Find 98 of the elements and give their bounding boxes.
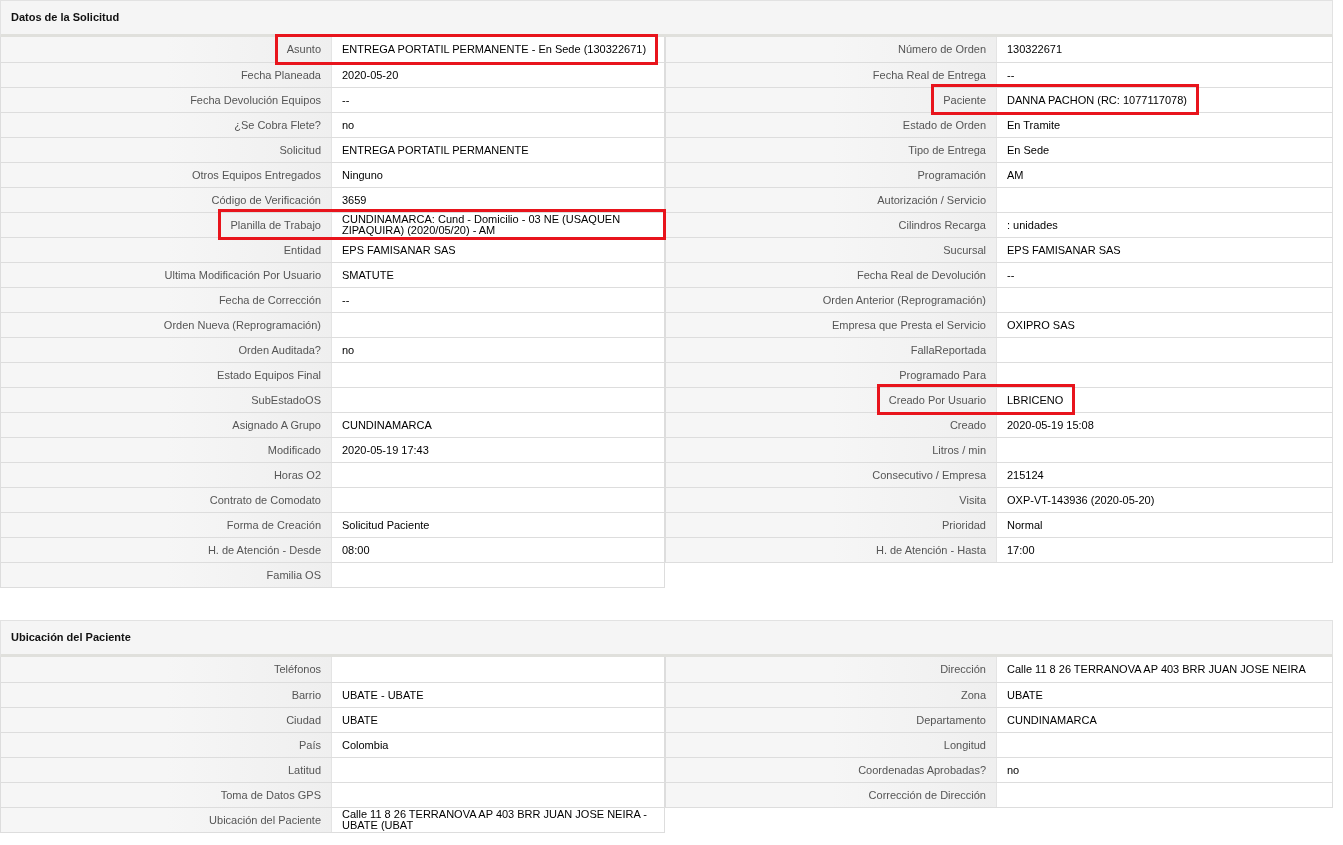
field-label: Forma de Creación [226, 517, 321, 533]
field-value: 17:00 [1007, 544, 1035, 556]
field-label: Prioridad [941, 517, 986, 533]
field-value: Calle 11 8 26 TERRANOVA AP 403 BRR JUAN JOSE NEIRA - UBATE (UBAT [342, 809, 648, 831]
field-label: Barrio [291, 687, 321, 703]
field-label: Fecha Planeada [240, 67, 321, 83]
field-label: Empresa que Presta el Servicio [831, 317, 986, 333]
field-label: SubEstadoOS [251, 392, 321, 408]
field-label: Código de Verificación [211, 192, 321, 208]
field-label: Programado Para [899, 367, 986, 383]
field-label: Visita [959, 492, 986, 508]
field-label: Latitud [287, 762, 321, 778]
section-title: Datos de la Solicitud [11, 10, 120, 26]
field-value: OXP-VT-143936 (2020-05-20) [1007, 494, 1155, 506]
field-label: Fecha Devolución Equipos [190, 92, 321, 108]
field-label: Litros / min [932, 442, 986, 458]
field-value: UBATE - UBATE [342, 689, 424, 701]
field-value: UBATE [342, 714, 378, 726]
field-value: Solicitud Paciente [342, 519, 430, 531]
field-label: H. de Atención - Hasta [875, 542, 986, 558]
field-value: : unidades [1007, 219, 1058, 231]
field-label: ¿Se Cobra Flete? [234, 117, 321, 133]
field-value: 08:00 [342, 544, 370, 556]
field-value: -- [1007, 69, 1015, 81]
field-value: Ninguno [342, 169, 383, 181]
field-value: LBRICENO [1007, 394, 1064, 406]
field-label: H. de Atención - Desde [207, 542, 321, 558]
field-label: Creado [949, 417, 986, 433]
field-value: 2020-05-20 [342, 69, 399, 81]
field-label: Ubicación del Paciente [209, 812, 321, 828]
field-label: Ciudad [286, 712, 321, 728]
field-label: Creado Por Usuario [888, 392, 986, 408]
field-value: EPS FAMISANAR SAS [1007, 244, 1121, 256]
field-label: Coordenadas Aprobadas? [858, 762, 986, 778]
field-value: DANNA PACHON (RC: 1077117078) [1007, 94, 1187, 106]
field-value: -- [342, 94, 350, 106]
field-label: Estado de Orden [902, 117, 986, 133]
field-label: Ultima Modificación Por Usuario [164, 267, 321, 283]
field-value: 130322671 [1007, 44, 1063, 55]
field-value: En Tramite [1007, 119, 1061, 131]
field-value: CUNDINAMARCA [342, 419, 432, 431]
field-label: Sucursal [943, 242, 986, 258]
section-title: Ubicación del Paciente [11, 630, 131, 646]
field-label: Fecha Real de Entrega [872, 67, 986, 83]
field-label: Horas O2 [273, 467, 321, 483]
field-label: Paciente [943, 92, 986, 108]
field-label: Longitud [943, 737, 986, 753]
field-label: Estado Equipos Final [217, 367, 321, 383]
field-value: AM [1007, 169, 1024, 181]
field-value: CUNDINAMARCA: Cund - Domicilio - 03 NE (USAQUEN ZIPAQUIRA) (2020/05/20) - AM [342, 214, 622, 236]
field-value: OXIPRO SAS [1007, 319, 1075, 331]
field-value: 3659 [342, 194, 367, 206]
field-label: Asunto [286, 42, 321, 58]
field-label: Orden Anterior (Reprogramación) [822, 292, 986, 308]
field-label: Entidad [283, 242, 321, 258]
field-label: Orden Nueva (Reprogramación) [163, 317, 321, 333]
field-label: Número de Orden [897, 42, 986, 58]
field-value: Colombia [342, 739, 389, 751]
field-value: no [1007, 764, 1020, 776]
field-label: Asignado A Grupo [232, 417, 321, 433]
field-value: Calle 11 8 26 TERRANOVA AP 403 BRR JUAN JOSE NEIRA [1007, 664, 1306, 675]
field-label: FallaReportada [910, 342, 986, 358]
field-label: Solicitud [279, 142, 321, 158]
field-label: Departamento [916, 712, 986, 728]
field-value: -- [342, 294, 350, 306]
field-value: EPS FAMISANAR SAS [342, 244, 456, 256]
field-label: Modificado [267, 442, 321, 458]
field-label: Contrato de Comodato [209, 492, 321, 508]
field-label: Consecutivo / Empresa [872, 467, 986, 483]
field-label: Teléfonos [273, 662, 321, 678]
field-value: 2020-05-19 15:08 [1007, 419, 1094, 431]
field-label: Otros Equipos Entregados [191, 167, 321, 183]
field-label: Fecha Real de Devolución [856, 267, 986, 283]
field-value: SMATUTE [342, 269, 394, 281]
field-value: UBATE [1007, 689, 1043, 701]
field-label: Tipo de Entrega [908, 142, 986, 158]
field-value: -- [1007, 269, 1015, 281]
field-value: ENTREGA PORTATIL PERMANENTE [342, 144, 529, 156]
field-value: no [342, 119, 355, 131]
field-label: Autorización / Servicio [877, 192, 986, 208]
field-label: Toma de Datos GPS [220, 787, 321, 803]
field-value: ENTREGA PORTATIL PERMANENTE - En Sede (130322671) [342, 44, 647, 55]
field-label: Familia OS [266, 567, 321, 583]
field-label: Programación [917, 167, 986, 183]
field-label: Corrección de Dirección [868, 787, 986, 803]
field-label: Dirección [940, 662, 986, 678]
field-value: CUNDINAMARCA [1007, 714, 1097, 726]
field-value: 215124 [1007, 469, 1044, 481]
field-value: 2020-05-19 17:43 [342, 444, 429, 456]
field-label: Cilindros Recarga [898, 217, 986, 233]
field-value: no [342, 344, 355, 356]
field-value: Normal [1007, 519, 1043, 531]
field-label: País [299, 737, 321, 753]
field-label: Planilla de Trabajo [230, 217, 321, 233]
field-label: Orden Auditada? [238, 342, 321, 358]
field-label: Zona [960, 687, 986, 703]
field-label: Fecha de Corrección [218, 292, 321, 308]
field-value: En Sede [1007, 144, 1050, 156]
